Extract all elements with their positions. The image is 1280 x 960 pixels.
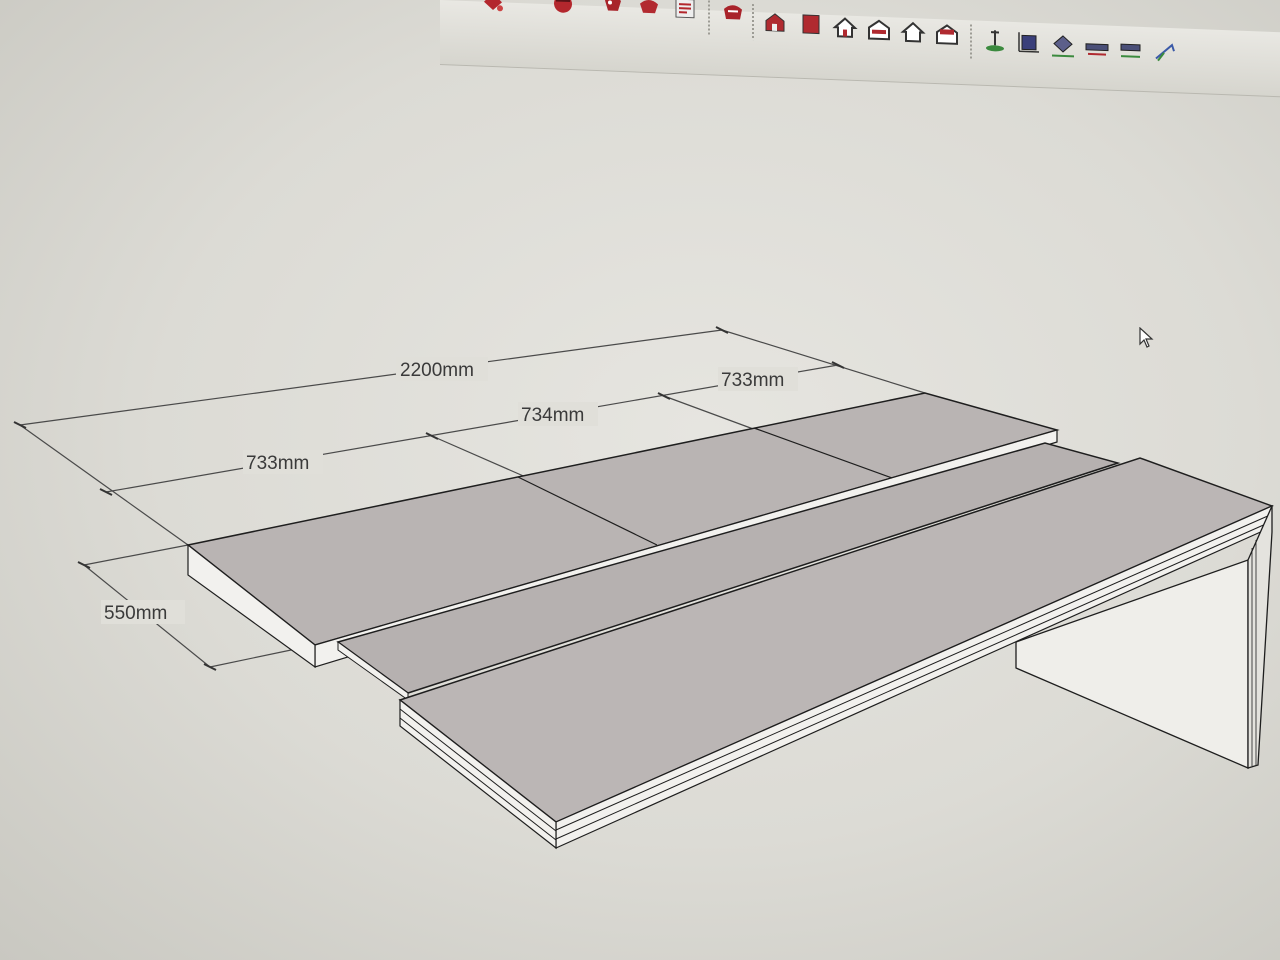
dimension-segment-2-label: 734mm xyxy=(521,405,584,426)
mouse-cursor-icon xyxy=(1139,327,1154,348)
dimension-overall-label: 2200mm xyxy=(400,360,474,381)
dimension-segment-1-label: 733mm xyxy=(246,453,309,474)
dimension-depth-label: 550mm xyxy=(104,603,167,624)
extension-line xyxy=(19,424,189,546)
extension-line xyxy=(431,435,529,479)
sketchup-window: 2200mm 733mm 734mm 733mm 550mm xyxy=(0,0,1280,960)
dimension-segment-3-label: 733mm xyxy=(721,370,784,391)
dimension-line-overall xyxy=(19,329,723,426)
extension-line xyxy=(663,395,757,431)
extension-line xyxy=(83,544,189,566)
model-viewport[interactable]: 2200mm 733mm 734mm 733mm 550mm xyxy=(0,0,1280,960)
